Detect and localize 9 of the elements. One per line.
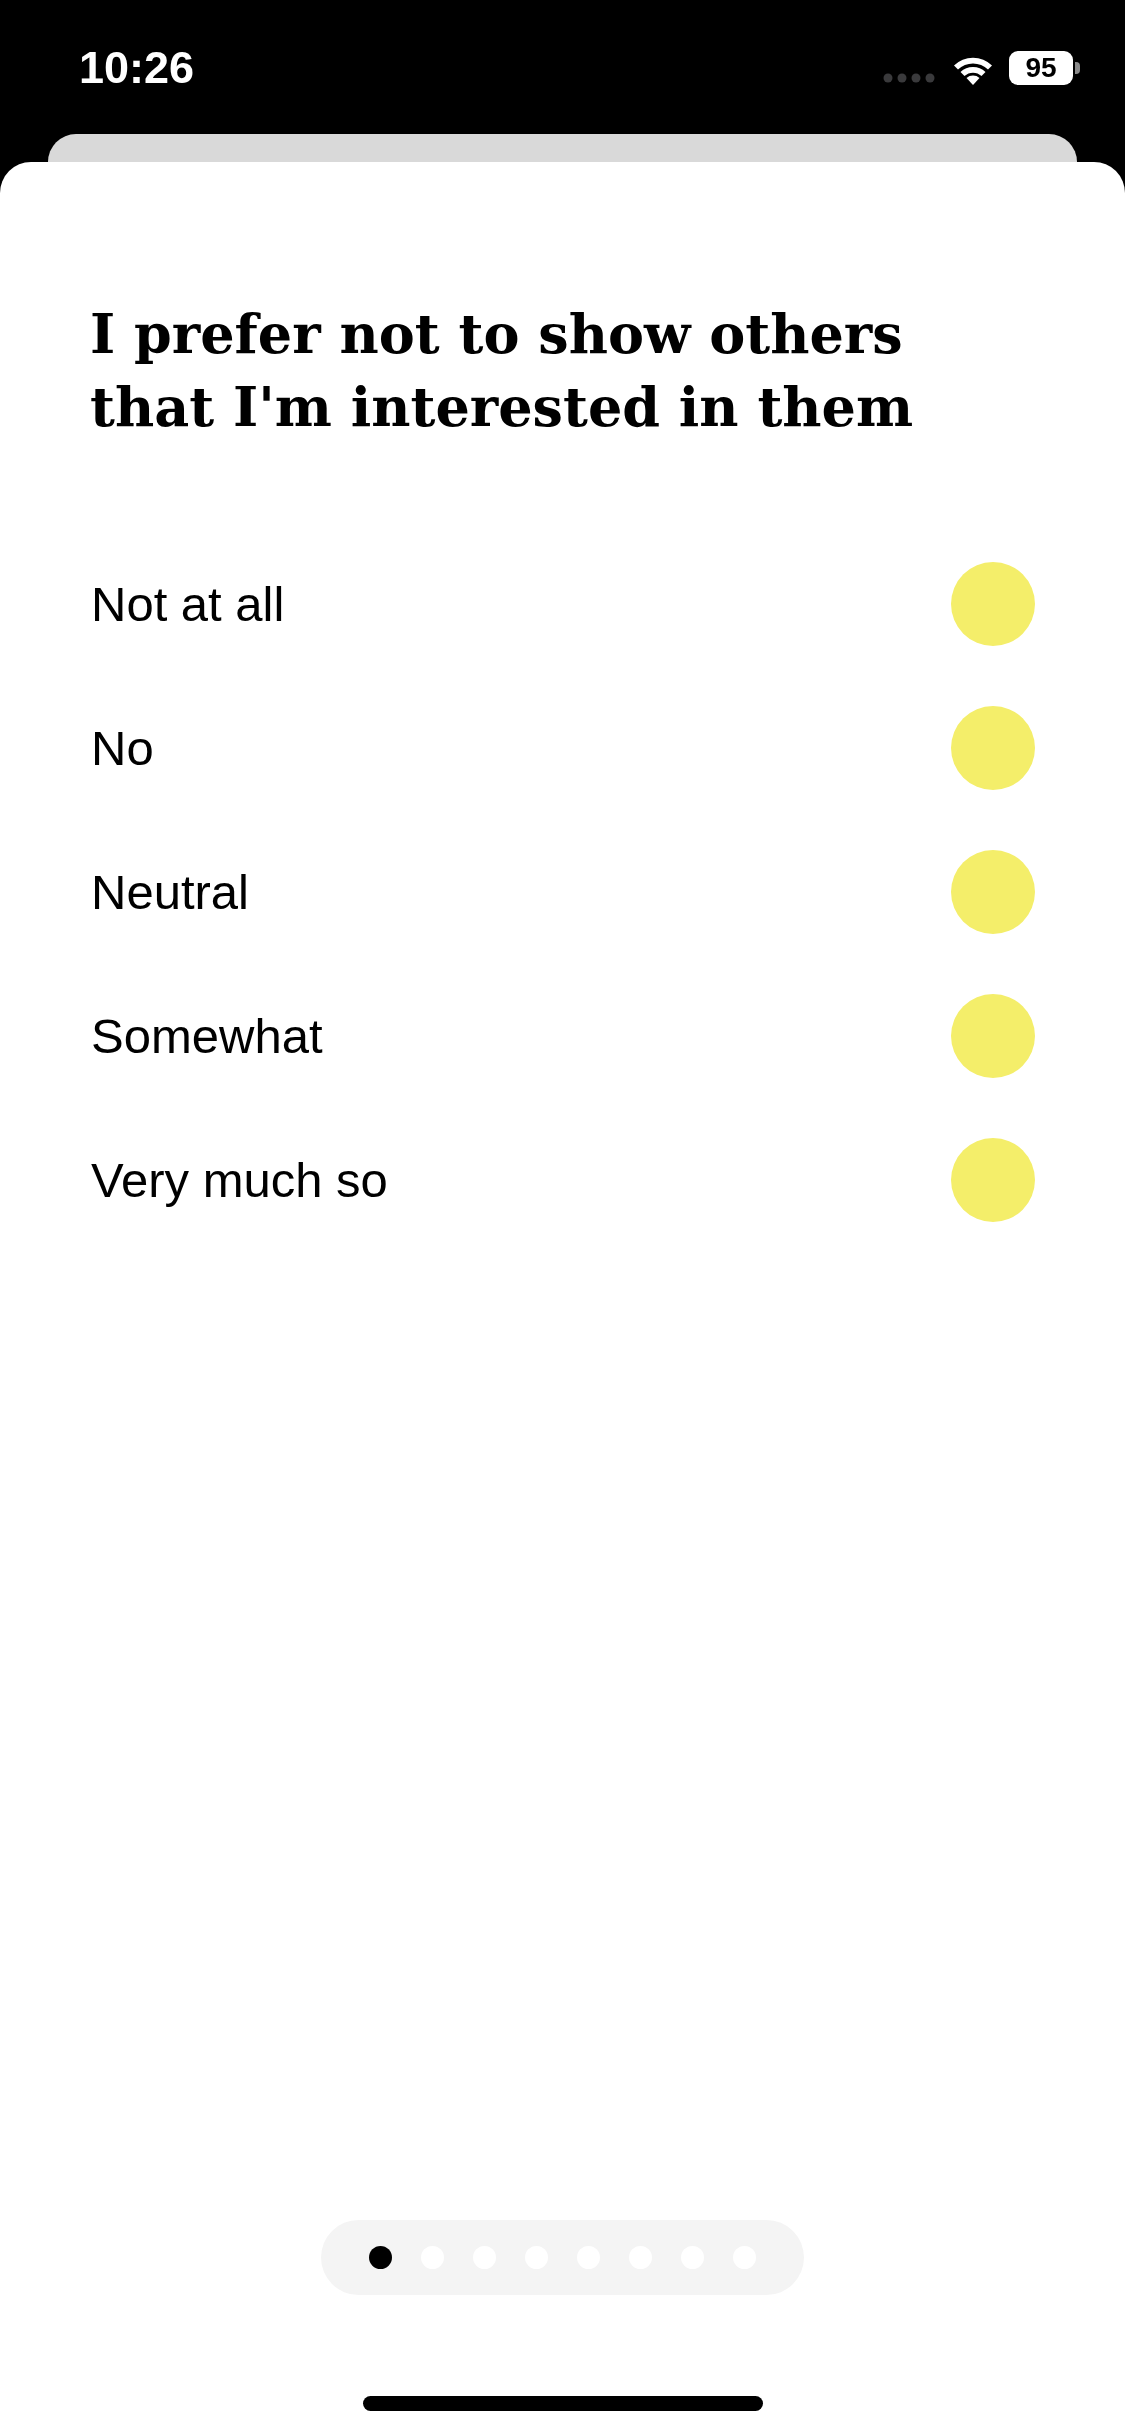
option-label: Somewhat [91,1008,323,1065]
option-label: Not at all [91,576,285,633]
status-time: 10:26 [79,44,195,92]
option-label: Very much so [91,1152,388,1209]
battery-indicator: 95 [1009,51,1080,85]
cellular-signal-icon [883,73,935,83]
option-label: No [91,720,154,777]
question-title: I prefer not to show others that I'm interested in them [90,301,915,441]
option-label: Neutral [91,864,249,921]
